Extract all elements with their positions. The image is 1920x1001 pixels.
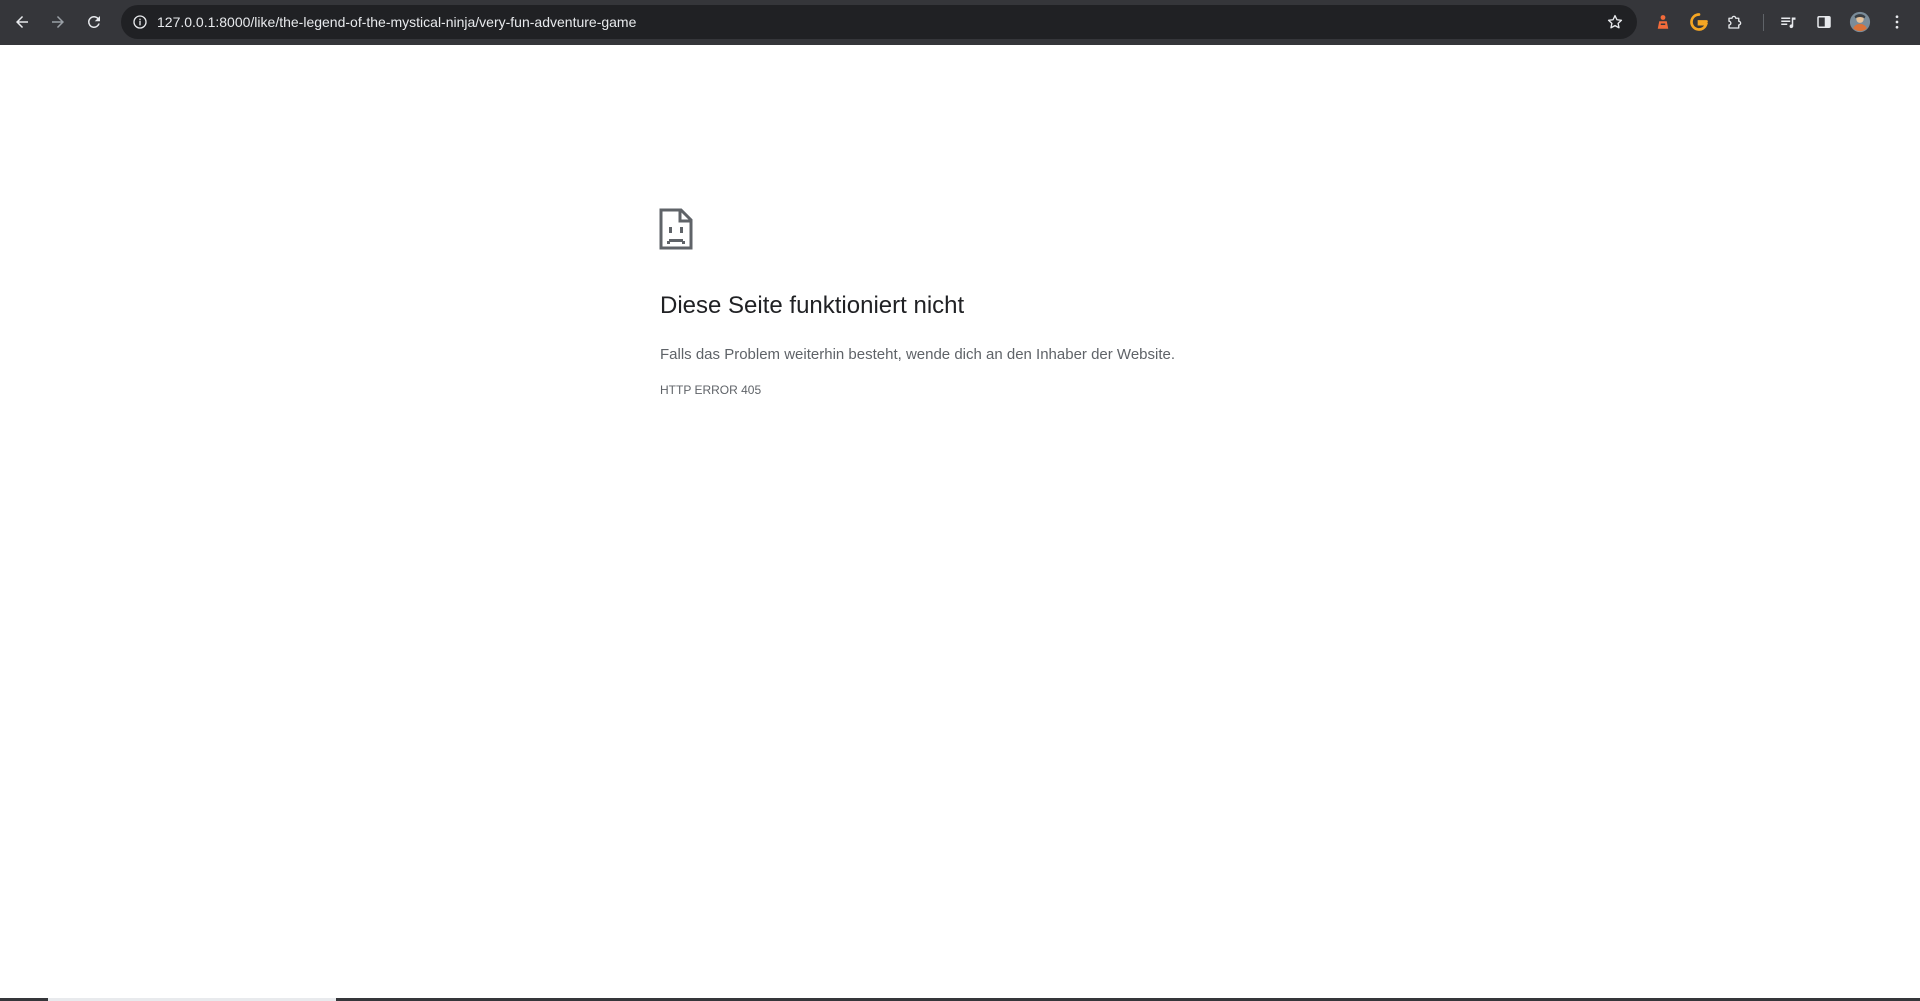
media-queue-icon [1781,17,1796,29]
sad-document-icon [659,208,693,250]
reload-icon [87,15,100,28]
side-panel-icon [1817,16,1831,28]
side-panel-button[interactable] [1811,9,1837,35]
kebab-menu-icon [1895,15,1899,29]
orange-extension-icon [1657,15,1669,29]
avatar-icon [1849,11,1871,33]
arrow-right-icon [52,16,64,28]
puzzle-icon [1728,15,1742,29]
menu-button[interactable] [1884,9,1910,35]
arrow-left-icon [16,16,28,28]
reload-button[interactable] [76,4,112,40]
error-code: HTTP ERROR 405 [660,383,762,397]
error-description: Falls das Problem weiterhin besteht, wen… [660,346,1176,363]
extension-button-2[interactable] [1686,9,1712,35]
error-title: Diese Seite funktioniert nicht [660,292,965,319]
extensions-button[interactable] [1722,9,1748,35]
site-info-button[interactable] [128,10,152,34]
extension-button-1[interactable] [1650,9,1676,35]
address-bar[interactable]: 127.0.0.1:8000/like/the-legend-of-the-my… [121,5,1637,39]
page-content: Diese Seite funktioniert nicht Falls das… [0,45,1920,1001]
star-icon [1607,14,1623,29]
bookmark-button[interactable] [1603,10,1627,34]
url-text[interactable]: 127.0.0.1:8000/like/the-legend-of-the-my… [157,5,636,39]
info-circle-icon [133,15,147,29]
forward-button[interactable] [40,4,76,40]
profile-button[interactable] [1847,9,1873,35]
back-button[interactable] [4,4,40,40]
browser-toolbar: 127.0.0.1:8000/like/the-legend-of-the-my… [0,0,1920,45]
media-button[interactable] [1775,9,1801,35]
toolbar-divider [1763,14,1764,31]
grammarly-g-icon [1690,13,1708,31]
